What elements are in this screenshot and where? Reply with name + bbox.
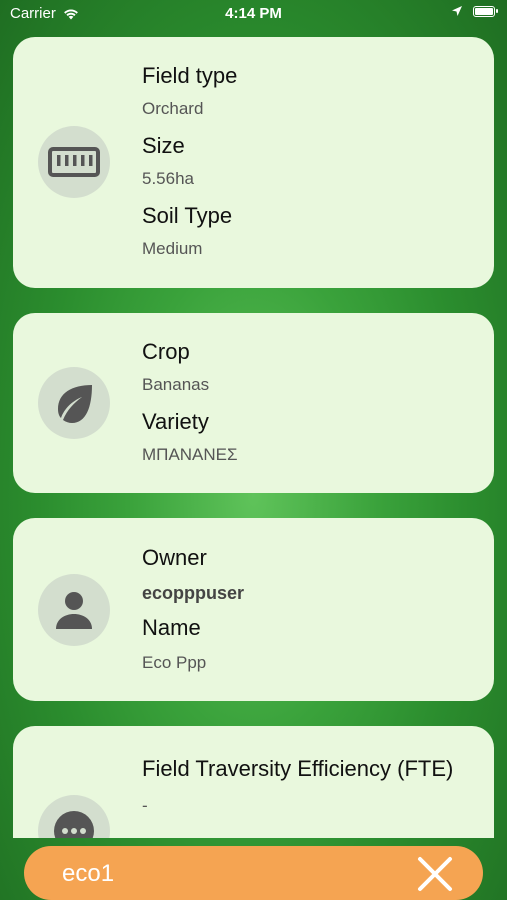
crop-label: Crop [142,339,190,364]
crop-card: Crop Bananas Variety ΜΠΑΝΑΝΕΣ [13,313,494,493]
fte-value: - [142,796,148,815]
name-value: Eco Ppp [142,653,207,672]
person-icon-circle [38,574,110,646]
owner-card: Owner ecopppuser Name Eco Ppp [13,518,494,701]
fte-card: Field Traversity Efficiency (FTE) - [13,726,494,838]
field-info-text: Field type Orchard Size 5.56ha Soil Type… [142,63,474,259]
more-icon [54,811,94,838]
ruler-icon-circle [38,126,110,198]
field-type-label: Field type [142,63,238,88]
owner-value: ecopppuser [142,583,245,603]
leaf-icon-circle [38,367,110,439]
soil-type-value: Medium [142,239,203,258]
name-label: Name [142,615,201,640]
selected-field-name: eco1 [62,860,115,887]
field-type-value: Orchard [142,99,204,118]
leaf-icon [58,385,92,423]
selected-field-bar[interactable]: eco1 [24,846,483,900]
owner-label: Owner [142,545,207,570]
variety-label: Variety [142,409,209,434]
details-scroll[interactable]: Field type Orchard Size 5.56ha Soil Type… [0,0,507,838]
crop-text: Crop Bananas Variety ΜΠΑΝΑΝΕΣ [142,339,474,465]
owner-text: Owner ecopppuser Name Eco Ppp [142,545,474,673]
ruler-icon [48,147,100,177]
fte-label: Field Traversity Efficiency (FTE) [142,756,454,781]
size-label: Size [142,133,185,158]
size-value: 5.56ha [142,169,194,188]
more-icon-circle [38,795,110,838]
crop-value: Bananas [142,375,210,394]
person-icon [56,592,92,629]
close-icon[interactable] [417,856,453,892]
fte-text: Field Traversity Efficiency (FTE) - [142,753,474,816]
variety-value: ΜΠΑΝΑΝΕΣ [142,445,238,464]
field-info-card: Field type Orchard Size 5.56ha Soil Type… [13,37,494,288]
soil-type-label: Soil Type [142,203,233,228]
